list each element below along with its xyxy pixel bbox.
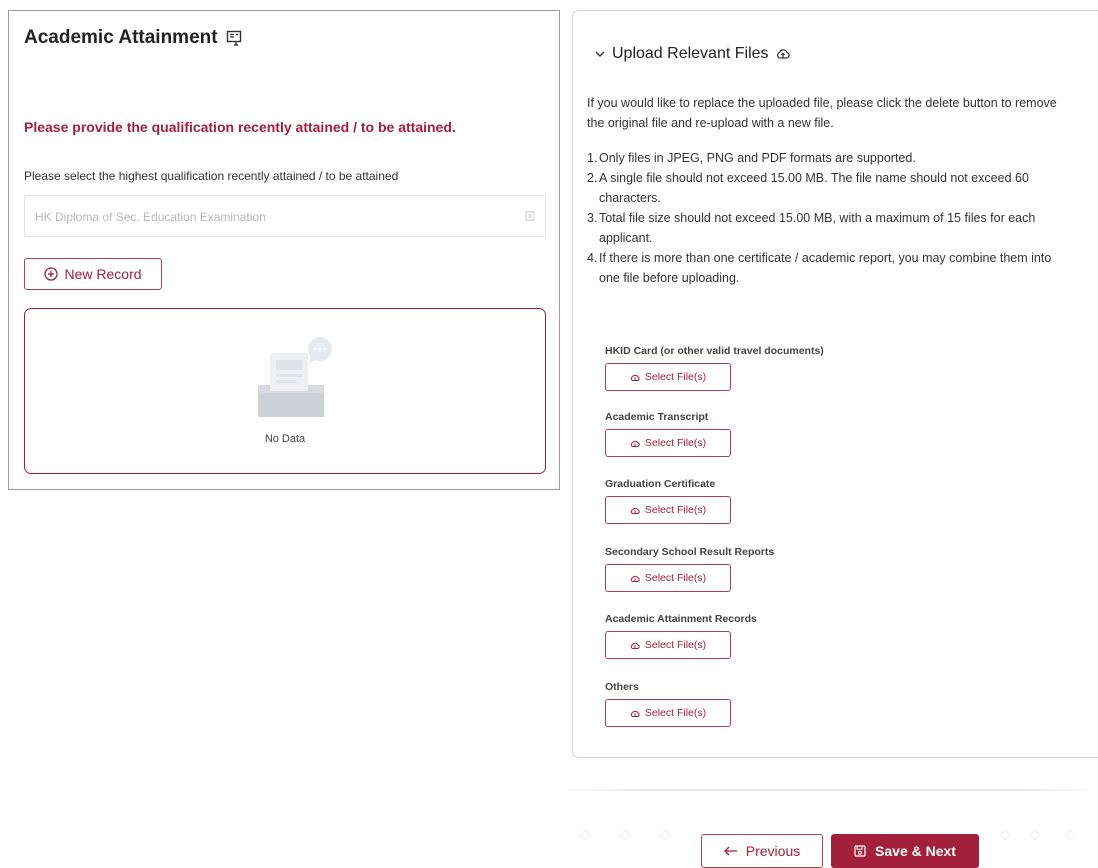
decorative-diamond	[1064, 829, 1076, 841]
rule-item: 3. Total file size should not exceed 15.0…	[587, 208, 1067, 248]
file-section-label: HKID Card (or other valid travel documen…	[605, 345, 824, 357]
document-list-icon	[226, 30, 241, 46]
rule-text: If there is more than one certificate / …	[599, 251, 1052, 285]
upload-files-title: Upload Relevant Files	[612, 45, 769, 62]
file-section-label: Academic Transcript	[605, 411, 709, 423]
select-dropdown-icon	[525, 211, 535, 221]
cloud-upload-icon	[630, 374, 640, 381]
new-record-button[interactable]: New Record	[24, 258, 162, 290]
cloud-upload-icon	[630, 440, 640, 447]
academic-attainment-title: Academic Attainment	[24, 27, 242, 49]
cloud-upload-icon	[776, 49, 790, 59]
records-empty-state: No Data	[24, 308, 546, 474]
cloud-upload-icon	[630, 507, 640, 514]
save-icon	[854, 845, 866, 857]
save-next-button[interactable]: Save & Next	[831, 834, 979, 868]
rule-item: 2. A single file should not exceed 15.00 …	[587, 168, 1067, 208]
select-file-label: Select File(s)	[644, 707, 707, 719]
qualification-select-value: HK Diploma of Sec. Education Examination	[35, 210, 266, 224]
decorative-diamond	[1029, 829, 1041, 841]
rule-text: Only files in JPEG, PNG and PDF formats …	[599, 151, 916, 165]
upload-files-toggle[interactable]: Upload Relevant Files	[595, 45, 790, 63]
file-section-graduation: Graduation Certificate Select File(s)	[605, 478, 731, 524]
select-file-label: Select File(s)	[644, 504, 707, 516]
decorative-diamond	[659, 829, 671, 841]
select-file-button[interactable]: Select File(s)	[605, 429, 731, 457]
new-record-label: New Record	[64, 266, 142, 282]
file-section-attainment-records: Academic Attainment Records Select File(…	[605, 613, 757, 659]
select-file-button[interactable]: Select File(s)	[605, 564, 731, 592]
footer-divider	[563, 789, 1098, 791]
no-data-text: No Data	[264, 433, 306, 445]
cloud-upload-icon	[630, 642, 640, 649]
file-section-hkid: HKID Card (or other valid travel documen…	[605, 345, 824, 391]
rule-number: 2.	[587, 171, 598, 185]
file-section-label: Others	[605, 681, 639, 693]
select-file-label: Select File(s)	[644, 572, 707, 584]
select-file-button[interactable]: Select File(s)	[605, 363, 731, 391]
file-section-transcript: Academic Transcript Select File(s)	[605, 411, 731, 457]
upload-instructions: If you would like to replace the uploade…	[587, 96, 1057, 130]
upload-files-panel: Upload Relevant Files If you would like …	[572, 10, 1098, 758]
qualification-prompt: Please provide the qualification recentl…	[24, 119, 456, 135]
file-section-label: Academic Attainment Records	[605, 613, 757, 625]
select-file-button[interactable]: Select File(s)	[605, 496, 731, 524]
select-file-label: Select File(s)	[644, 371, 707, 383]
save-next-label: Save & Next	[875, 843, 956, 859]
rule-number: 3.	[587, 211, 598, 225]
previous-button[interactable]: Previous	[701, 834, 823, 868]
plus-circle-icon	[44, 267, 59, 281]
select-file-label: Select File(s)	[644, 437, 707, 449]
decorative-diamond	[999, 829, 1011, 841]
select-file-button[interactable]: Select File(s)	[605, 631, 731, 659]
rule-number: 4.	[587, 251, 598, 265]
qualification-select[interactable]: HK Diploma of Sec. Education Examination	[24, 195, 546, 237]
arrow-left-icon	[723, 846, 737, 856]
academic-attainment-panel: Academic Attainment Please provide the q…	[8, 10, 560, 490]
rule-text: A single file should not exceed 15.00 MB…	[599, 171, 1029, 205]
chevron-down-icon	[595, 51, 605, 57]
file-section-label: Graduation Certificate	[605, 478, 716, 490]
file-section-others: Others Select File(s)	[605, 681, 731, 727]
empty-inbox-icon	[258, 337, 332, 417]
file-section-label: Secondary School Result Reports	[605, 546, 775, 558]
rule-text: Total file size should not exceed 15.00 …	[599, 211, 1036, 245]
file-section-secondary-reports: Secondary School Result Reports Select F…	[605, 546, 774, 592]
rule-number: 1.	[587, 151, 598, 165]
decorative-diamond	[619, 829, 631, 841]
qualification-select-label: Please select the highest qualification …	[24, 169, 399, 183]
panel-title-text: Academic Attainment	[24, 27, 218, 48]
previous-label: Previous	[745, 843, 801, 859]
select-file-label: Select File(s)	[644, 639, 707, 651]
rule-item: 4. If there is more than one certificate …	[587, 248, 1067, 288]
cloud-upload-icon	[630, 710, 640, 717]
cloud-upload-icon	[630, 575, 640, 582]
select-file-button[interactable]: Select File(s)	[605, 699, 731, 727]
decorative-diamond	[579, 829, 591, 841]
upload-rules-list: 1. Only files in JPEG, PNG and PDF format…	[587, 148, 1067, 288]
rule-item: 1. Only files in JPEG, PNG and PDF format…	[587, 148, 1067, 168]
